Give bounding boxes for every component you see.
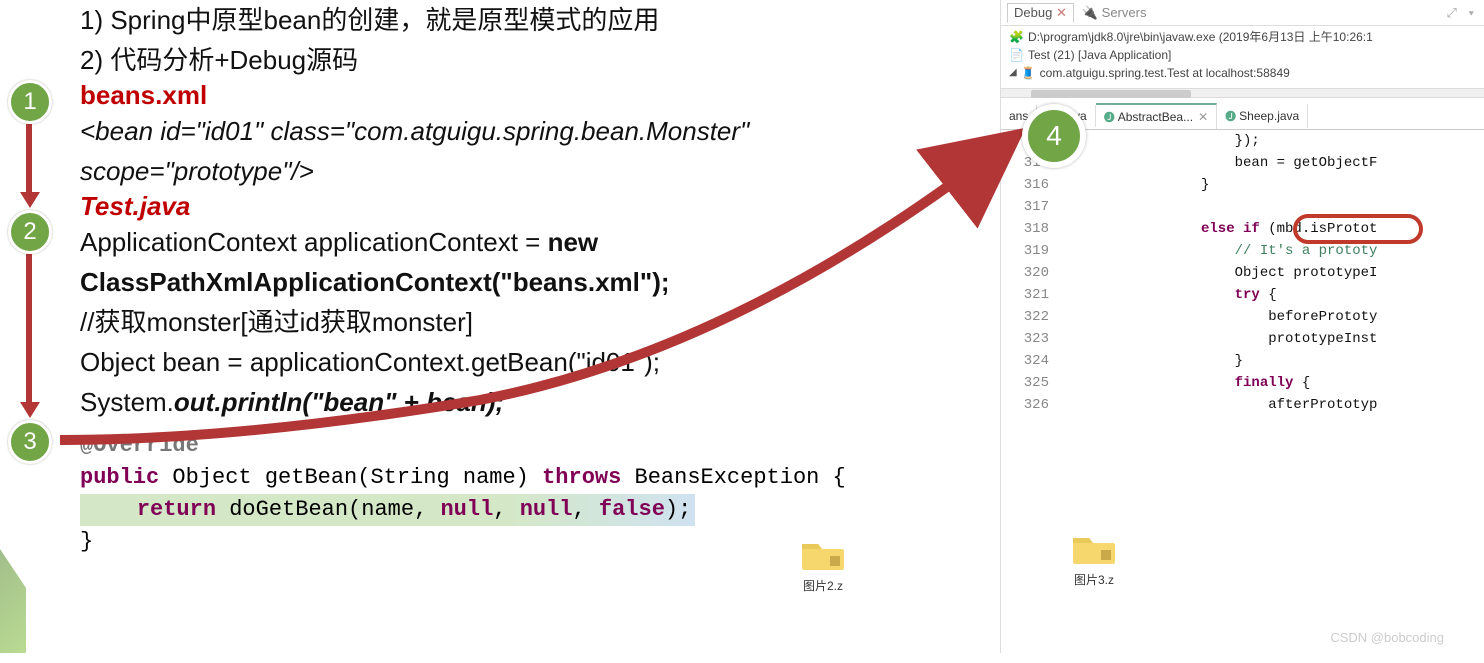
point-1: 1) Spring中原型bean的创建，就是原型模式的应用: [80, 0, 990, 40]
test-line-1: ApplicationContext applicationContext = …: [80, 222, 990, 262]
folder-icon: [1071, 530, 1117, 566]
tab-sheep[interactable]: 🅙Sheep.java: [1217, 104, 1308, 128]
process-path[interactable]: 🧩 D:\program\jdk8.0\jre\bin\javaw.exe (2…: [1009, 28, 1476, 46]
process-app[interactable]: 📄 Test (21) [Java Application]: [1009, 46, 1476, 64]
debug-panel: Debug ✕ 🔌 Servers ⤢ ▾ 🧩 D:\program\jdk8.…: [1000, 0, 1484, 653]
process-thread[interactable]: ◢ 🧵 com.atguigu.spring.test.Test at loca…: [1009, 64, 1476, 82]
test-line-2: ClassPathXmlApplicationContext("beans.xm…: [80, 262, 990, 302]
horizontal-scrollbar[interactable]: [1001, 88, 1484, 98]
debug-toolbar-icons[interactable]: ⤢ ▾: [1447, 5, 1478, 21]
point-2: 2) 代码分析+Debug源码: [80, 40, 990, 80]
step-2: 2: [8, 210, 52, 254]
bean-definition: <bean id="id01" class="com.atguigu.sprin…: [80, 111, 990, 191]
getbean-code: @Override public Object getBean(String n…: [80, 430, 990, 558]
test-java-title: Test.java: [80, 191, 990, 222]
java-icon: 🅙: [1225, 108, 1236, 124]
debug-tabs: Debug ✕ 🔌 Servers ⤢ ▾: [1001, 0, 1484, 26]
debug-tab[interactable]: Debug ✕: [1007, 3, 1074, 23]
tab-abstractbean[interactable]: 🅙AbstractBea...✕: [1096, 103, 1217, 129]
line-gutter: 314315316317318319320321322323324325326: [1001, 130, 1057, 663]
close-icon[interactable]: ✕: [1198, 110, 1208, 124]
servers-tab[interactable]: 🔌 Servers: [1082, 5, 1147, 21]
test-line-5: System.out.println("bean" + bean);: [80, 382, 990, 422]
step-4: 4: [1022, 104, 1086, 168]
main-content: 1) Spring中原型bean的创建，就是原型模式的应用 2) 代码分析+De…: [0, 0, 1000, 653]
test-line-4: Object bean = applicationContext.getBean…: [80, 342, 990, 382]
debug-process-info: 🧩 D:\program\jdk8.0\jre\bin\javaw.exe (2…: [1001, 26, 1484, 84]
step-1: 1: [8, 80, 52, 124]
step-3: 3: [8, 420, 52, 464]
folder-2[interactable]: 图片2.z: [800, 536, 846, 594]
folder-3[interactable]: 图片3.z: [1071, 530, 1117, 588]
folder-icon: [800, 536, 846, 572]
test-line-3: //获取monster[通过id获取monster]: [80, 302, 990, 342]
beans-xml-title: beans.xml: [80, 80, 990, 111]
java-icon: 🅙: [1104, 109, 1115, 125]
source-code[interactable]: }); bean = getObjectF } else if (mbd.isP…: [1057, 130, 1484, 663]
watermark: CSDN @bobcoding: [1330, 630, 1444, 645]
